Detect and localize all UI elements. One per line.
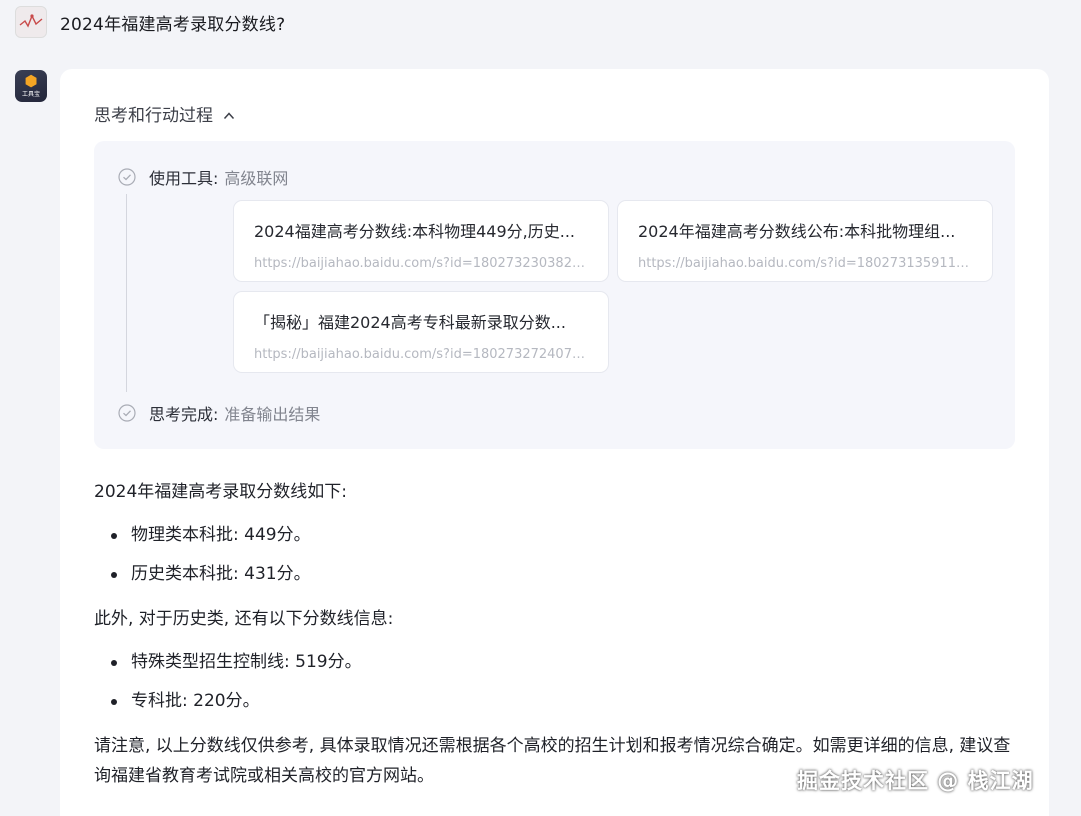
check-circle-icon — [118, 168, 136, 186]
step-key: 思考完成: — [149, 405, 219, 424]
source-card[interactable]: 2024福建高考分数线:本科物理449分,历史... https://baiji… — [233, 200, 609, 282]
thinking-toggle[interactable]: 思考和行动过程 — [94, 101, 235, 126]
source-url: https://baijiahao.baidu.com/s?id=1802732… — [254, 347, 588, 362]
user-avatar — [15, 6, 47, 38]
hexagon-logo-icon: ⬢ — [24, 72, 38, 90]
source-url: https://baijiahao.baidu.com/s?id=1802732… — [254, 256, 588, 271]
timeline-line — [126, 194, 127, 392]
check-circle-icon — [118, 404, 136, 422]
answer-body: 2024年福建高考录取分数线如下: 物理类本科批: 449分。 历史类本科批: … — [94, 477, 1024, 791]
source-title: 「揭秘」福建2024高考专科最新录取分数... — [254, 313, 566, 332]
answer-intro: 2024年福建高考录取分数线如下: — [94, 482, 347, 502]
assistant-response-card: 思考和行动过程 使用工具: 高级联网 2024福建高考分数线:本科物理449分,… — [60, 69, 1049, 816]
chevron-up-icon — [223, 111, 235, 119]
step-value: 高级联网 — [224, 169, 289, 188]
thinking-header-label: 思考和行动过程 — [94, 106, 213, 126]
list-item: 专科批: 220分。 — [94, 689, 1024, 713]
answer-middle: 此外, 对于历史类, 还有以下分数线信息: — [94, 609, 394, 629]
bot-avatar-tag: 工具宝 — [21, 91, 40, 98]
thinking-panel: 使用工具: 高级联网 2024福建高考分数线:本科物理449分,历史... ht… — [94, 141, 1015, 449]
step-tool-use: 使用工具: 高级联网 — [118, 165, 288, 189]
step-key: 使用工具: — [149, 169, 219, 188]
score-list-history: 特殊类型招生控制线: 519分。 专科批: 220分。 — [94, 650, 1024, 713]
list-item: 特殊类型招生控制线: 519分。 — [94, 650, 1024, 674]
source-card[interactable]: 「揭秘」福建2024高考专科最新录取分数... https://baijiaha… — [233, 291, 609, 373]
step-thinking-done: 思考完成: 准备输出结果 — [118, 401, 320, 425]
source-url: https://baijiahao.baidu.com/s?id=1802731… — [638, 256, 972, 271]
source-title: 2024福建高考分数线:本科物理449分,历史... — [254, 222, 575, 241]
watermark: 掘金技术社区 @ 栈江湖 — [797, 769, 1034, 793]
step-value: 准备输出结果 — [224, 405, 321, 424]
source-title: 2024年福建高考分数线公布:本科批物理组... — [638, 222, 956, 241]
score-list-main: 物理类本科批: 449分。 历史类本科批: 431分。 — [94, 523, 1024, 586]
bot-avatar: ⬢ 工具宝 — [15, 70, 47, 102]
list-item: 物理类本科批: 449分。 — [94, 523, 1024, 547]
avatar-image-icon — [16, 7, 46, 37]
user-message: 2024年福建高考录取分数线? — [15, 6, 285, 38]
user-question: 2024年福建高考录取分数线? — [60, 14, 286, 35]
source-card[interactable]: 2024年福建高考分数线公布:本科批物理组... https://baijiah… — [617, 200, 993, 282]
list-item: 历史类本科批: 431分。 — [94, 562, 1024, 586]
